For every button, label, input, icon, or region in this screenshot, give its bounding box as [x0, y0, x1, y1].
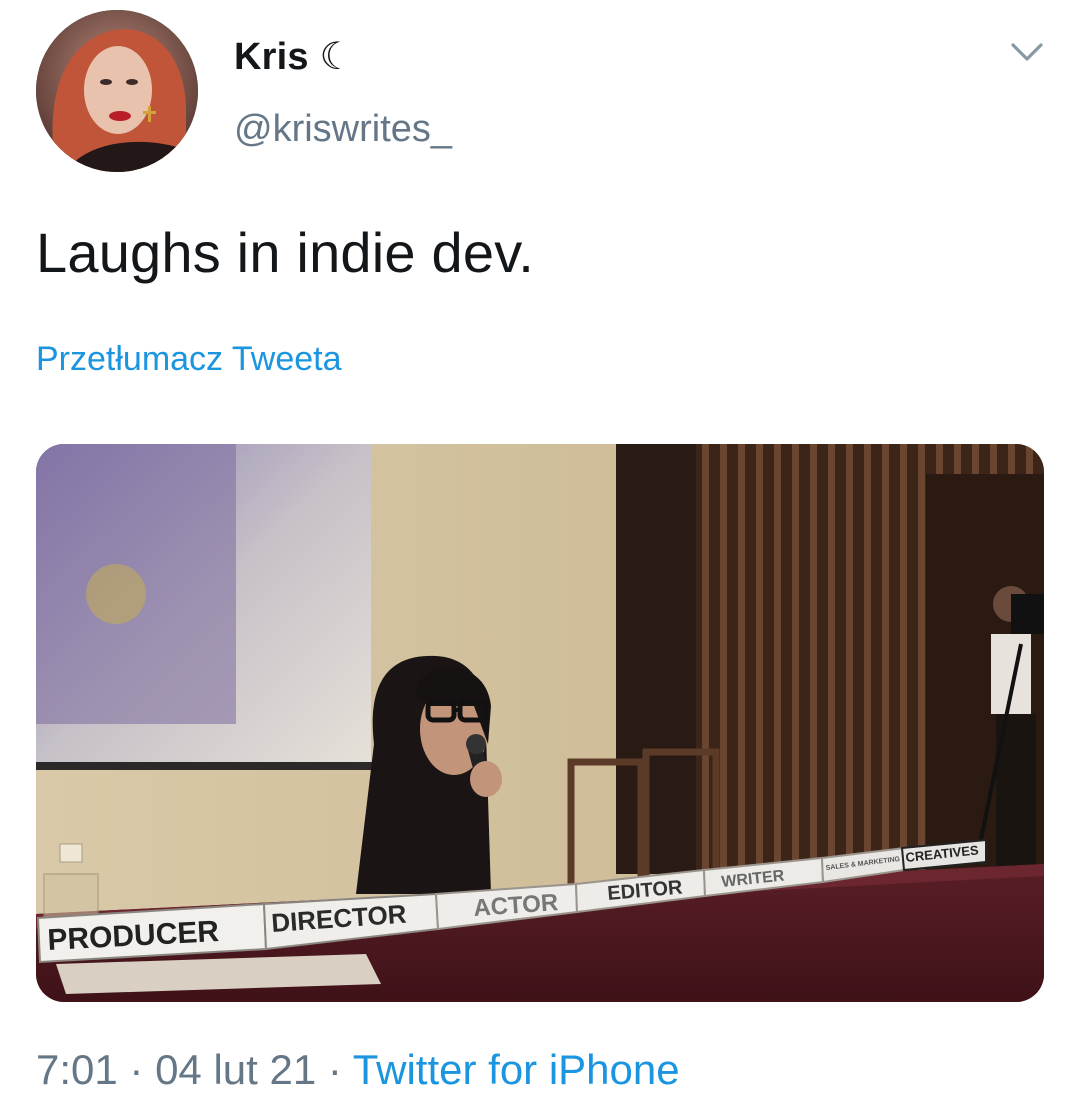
- avatar[interactable]: [36, 10, 198, 172]
- tweet-meta: 7:01 · 04 lut 21 · Twitter for iPhone: [36, 1046, 680, 1094]
- tweet-date: 04 lut 21: [155, 1046, 317, 1093]
- meta-separator: ·: [117, 1046, 156, 1093]
- user-handle[interactable]: @kriswrites_: [234, 108, 452, 151]
- tweet-source-link[interactable]: Twitter for iPhone: [353, 1046, 680, 1093]
- chevron-down-icon[interactable]: [1010, 40, 1044, 64]
- translate-tweet-link[interactable]: Przetłumacz Tweeta: [36, 340, 342, 379]
- meta-separator: ·: [316, 1046, 353, 1093]
- tweet-card: Kris ☾ @kriswrites_ Laughs in indie dev.…: [0, 0, 1078, 1117]
- tweet-photo[interactable]: PRODUCER DIRECTOR ACTOR EDITOR WRITER SA…: [36, 444, 1044, 1002]
- avatar-image: [36, 10, 198, 172]
- tweet-text: Laughs in indie dev.: [36, 221, 534, 284]
- tweet-time: 7:01: [36, 1046, 118, 1093]
- display-name[interactable]: Kris ☾: [234, 34, 354, 79]
